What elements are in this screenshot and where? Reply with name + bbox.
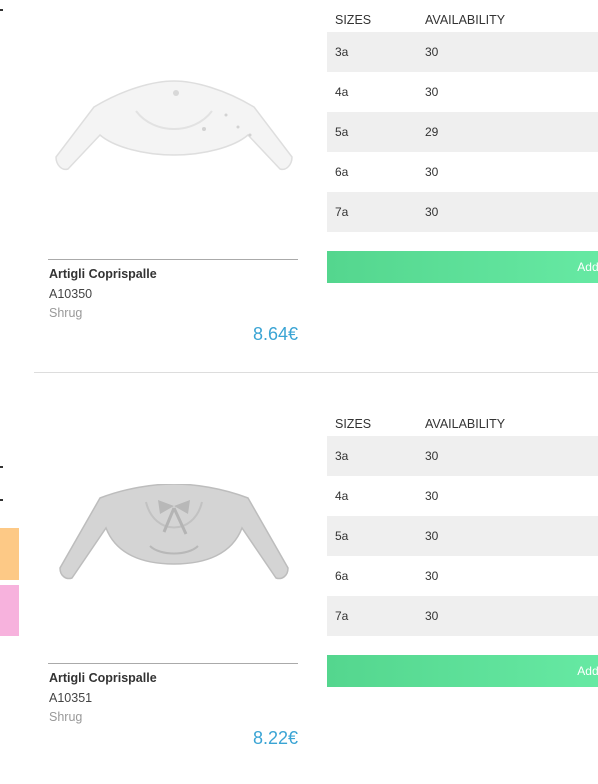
product-price: 8.22€ — [252, 728, 298, 748]
table-row: 7a 30 — [327, 192, 598, 232]
table-header-row: SIZES AVAILABILITY — [327, 8, 598, 32]
size-availability-table: SIZES AVAILABILITY 3a 30 4a 30 5a 30 6a … — [327, 412, 598, 636]
grey-shrug-image — [59, 484, 289, 580]
product-code: A10351 — [49, 691, 93, 705]
product-divider — [48, 663, 298, 664]
size-cell: 4a — [335, 85, 349, 99]
add-to-cart-label: Add to — [577, 664, 598, 678]
product-divider — [48, 259, 298, 260]
product-image[interactable] — [48, 40, 300, 220]
add-to-cart-label: Add to — [577, 260, 598, 274]
size-cell: 5a — [327, 516, 417, 556]
size-cell: 6a — [335, 569, 349, 583]
product-category: Shrug — [49, 710, 83, 724]
table-row: 5a 30 — [327, 516, 598, 556]
size-cell: 6a — [335, 165, 349, 179]
table-row: 3a 30 — [327, 32, 598, 72]
size-cell: 7a — [327, 596, 417, 636]
availability-cell: 30 — [417, 516, 598, 556]
table-row: 6a 30 — [327, 556, 598, 596]
table-row: 3a 30 — [327, 436, 598, 476]
table-row: 5a 29 — [327, 112, 598, 152]
availability-cell: 30 — [425, 569, 439, 583]
availability-header: AVAILABILITY — [425, 13, 506, 27]
product-name[interactable]: Artigli Coprispalle — [49, 671, 157, 685]
white-shrug-image — [55, 80, 293, 171]
size-cell: 3a — [327, 436, 417, 476]
product-price: 8.64€ — [252, 324, 298, 344]
availability-header: AVAILABILITY — [425, 417, 506, 431]
availability-cell: 30 — [425, 165, 439, 179]
availability-cell: 30 — [417, 436, 598, 476]
size-cell: 7a — [327, 192, 417, 232]
product-separator — [34, 372, 598, 373]
availability-cell: 30 — [417, 192, 598, 232]
table-row: 4a 30 — [327, 72, 598, 112]
product-name[interactable]: Artigli Coprispalle — [49, 267, 157, 281]
product-category: Shrug — [49, 306, 83, 320]
availability-cell: 30 — [417, 32, 598, 72]
availability-cell: 30 — [425, 85, 439, 99]
product-card: Artigli Coprispalle A10350 Shrug 8.64€ S… — [0, 0, 598, 380]
table-header-row: SIZES AVAILABILITY — [327, 412, 598, 436]
availability-cell: 30 — [417, 596, 598, 636]
product-card: Artigli Coprispalle A10351 Shrug 8.22€ S… — [0, 404, 598, 784]
table-row: 6a 30 — [327, 152, 598, 192]
sizes-header: SIZES — [335, 417, 372, 431]
size-cell: 5a — [327, 112, 417, 152]
availability-cell: 29 — [417, 112, 598, 152]
add-to-cart-button[interactable]: Add to — [327, 251, 598, 283]
size-cell: 3a — [327, 32, 417, 72]
product-code: A10350 — [49, 287, 93, 301]
size-availability-table: SIZES AVAILABILITY 3a 30 4a 30 5a 29 6a … — [327, 8, 598, 232]
add-to-cart-button[interactable]: Add to — [327, 655, 598, 687]
table-row: 4a 30 — [327, 476, 598, 516]
availability-cell: 30 — [425, 489, 439, 503]
sizes-header: SIZES — [335, 13, 372, 27]
table-row: 7a 30 — [327, 596, 598, 636]
size-cell: 4a — [335, 489, 349, 503]
product-image[interactable] — [48, 444, 300, 624]
